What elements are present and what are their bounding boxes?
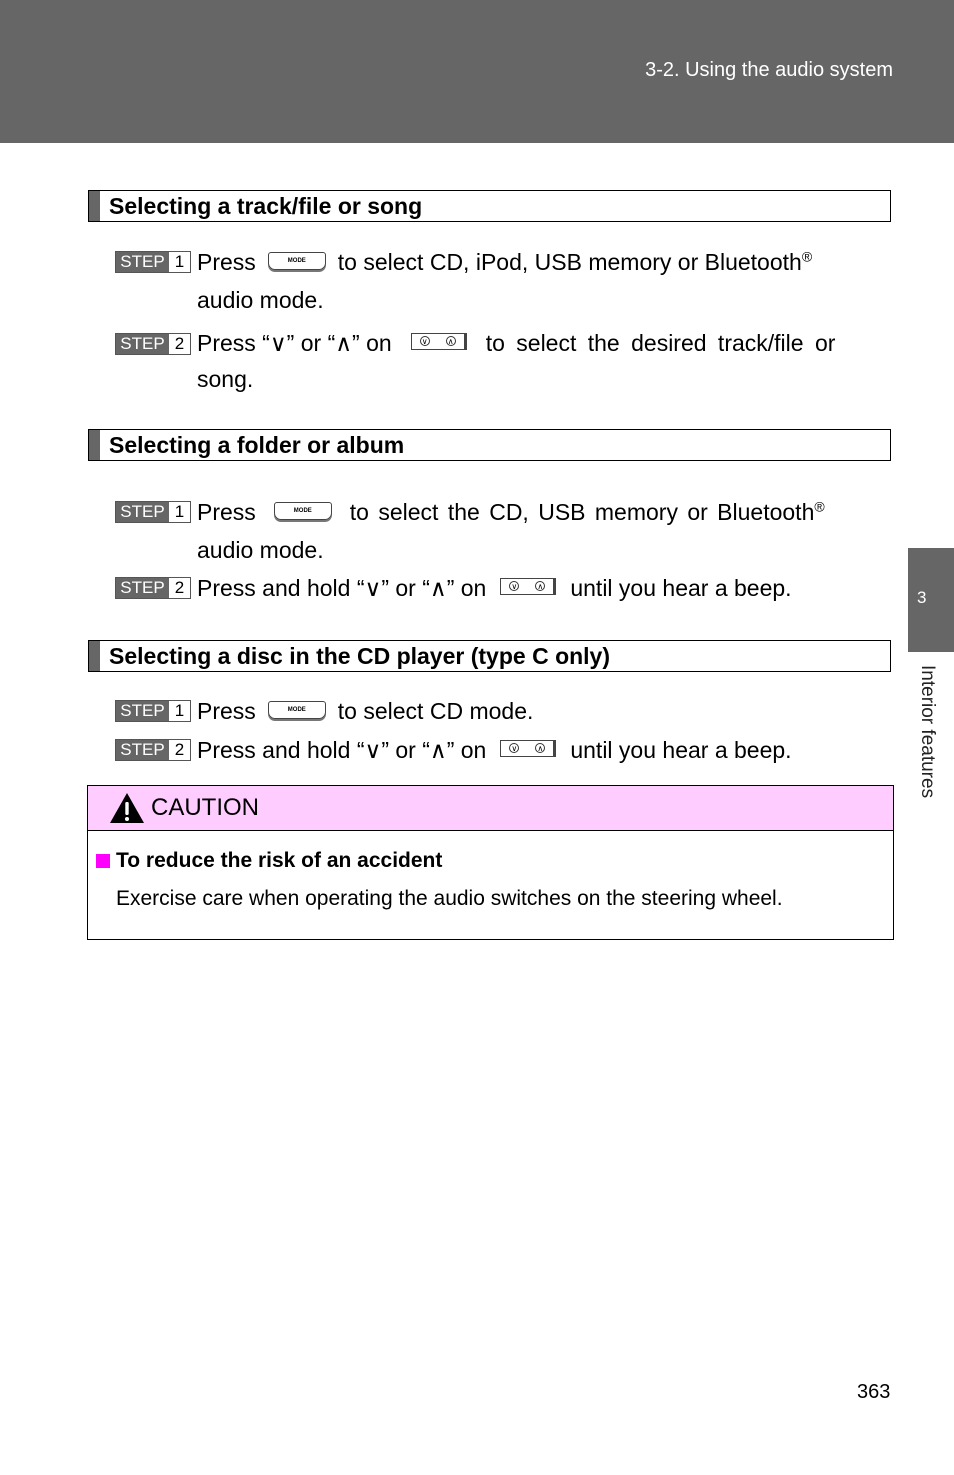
caution-subtitle: To reduce the risk of an accident — [116, 849, 443, 872]
section-heading: Selecting a track/file or song — [88, 190, 891, 222]
mode-button-icon: MODE — [273, 501, 332, 520]
step-text-after: to select the desired track/file or — [485, 330, 836, 356]
step-number: 1 — [169, 701, 190, 721]
step-label: STEP — [116, 502, 169, 522]
step-text-before: Press — [197, 698, 256, 724]
step-text-cont: audio mode. — [197, 537, 324, 563]
step-text-after: to select the CD, USB memory or Bluetoot… — [349, 499, 815, 525]
step-text-cont: audio mode. — [197, 287, 324, 313]
step-text: Press “∨” or “∧” on ∨ ∧ to select the desir… — [197, 325, 835, 397]
step-number: 2 — [169, 740, 190, 760]
step-text: Press and hold “∨” or “∧” on ∨ ∧ until you … — [197, 731, 792, 769]
section-title: Selecting a disc in the CD player (type … — [109, 643, 611, 669]
seek-down-icon: ∨ — [509, 581, 520, 592]
heading-bar — [89, 191, 100, 221]
page-number: 363 — [857, 1381, 891, 1403]
chapter-label: Interior features — [917, 665, 938, 799]
caution-title: CAUTION — [151, 794, 259, 821]
heading-bar — [89, 641, 100, 671]
step-text-before: Press — [197, 499, 256, 525]
step-text: Press MODE to select CD, iPod, USB memory … — [197, 243, 887, 319]
step-text: Press and hold “∨” or “∧” on ∨ ∧ until you … — [197, 569, 792, 607]
step-text-after: to select CD mode. — [337, 698, 534, 724]
mode-button-icon: MODE — [267, 251, 326, 270]
step-number: 2 — [169, 334, 190, 354]
warning-triangle-icon — [110, 793, 144, 823]
step-text: Press MODE to select the CD, USB memory or… — [197, 493, 825, 569]
caution-box: CAUTION To reduce the risk of an acciden… — [87, 785, 894, 940]
heading-bar — [89, 430, 100, 460]
step-text-after: until you hear a beep. — [570, 737, 792, 763]
step-label: STEP — [116, 252, 169, 272]
step-number: 2 — [169, 578, 190, 598]
step-number: 1 — [169, 252, 190, 272]
section-heading: Selecting a folder or album — [88, 429, 891, 461]
step-text-before: Press — [197, 249, 256, 275]
step-badge: STEP 1 — [115, 700, 191, 722]
step-label: STEP — [116, 740, 169, 760]
step-label: STEP — [116, 578, 169, 598]
seek-up-icon: ∧ — [535, 581, 546, 592]
section-title: Selecting a folder or album — [109, 432, 405, 458]
seek-down-icon: ∨ — [419, 336, 430, 347]
section-title: Selecting a track/file or song — [109, 193, 423, 219]
step-label: STEP — [116, 334, 169, 354]
section-heading: Selecting a disc in the CD player (type … — [88, 640, 891, 672]
seek-up-icon: ∧ — [445, 336, 456, 347]
chapter-tab — [908, 548, 954, 652]
seek-switch-icon: ∨ ∧ — [410, 333, 467, 351]
step-text-cont: song. — [197, 366, 254, 392]
registered-mark: ® — [801, 248, 813, 265]
step-text-after: until you hear a beep. — [570, 575, 792, 601]
section-breadcrumb: 3-2. Using the audio system — [645, 59, 893, 81]
seek-switch-icon: ∨ ∧ — [500, 740, 557, 758]
caution-body: Exercise care when operating the audio s… — [116, 887, 783, 910]
header-band: 3-2. Using the audio system — [0, 0, 954, 143]
step-text-before: Press and hold “∨” or “∧” on — [197, 575, 487, 601]
step-number: 1 — [169, 502, 190, 522]
seek-up-icon: ∧ — [535, 743, 546, 754]
chapter-number: 3 — [917, 588, 927, 607]
step-badge: STEP 2 — [115, 333, 191, 355]
registered-mark: ® — [814, 498, 825, 515]
step-label: STEP — [116, 701, 169, 721]
step-badge: STEP 2 — [115, 577, 191, 599]
step-text-before: Press “∨” or “∧” on — [197, 330, 392, 356]
square-bullet-icon — [96, 854, 110, 868]
step-text: Press MODE to select CD mode. — [197, 692, 533, 730]
mode-button-icon: MODE — [267, 700, 326, 719]
step-badge: STEP 1 — [115, 251, 191, 273]
caution-header: CAUTION — [88, 786, 893, 831]
step-text-before: Press and hold “∨” or “∧” on — [197, 737, 487, 763]
seek-down-icon: ∨ — [509, 743, 520, 754]
seek-switch-icon: ∨ ∧ — [500, 578, 557, 596]
step-text-after: to select CD, iPod, USB memory or Blueto… — [337, 249, 802, 275]
step-badge: STEP 2 — [115, 739, 191, 761]
step-badge: STEP 1 — [115, 501, 191, 523]
